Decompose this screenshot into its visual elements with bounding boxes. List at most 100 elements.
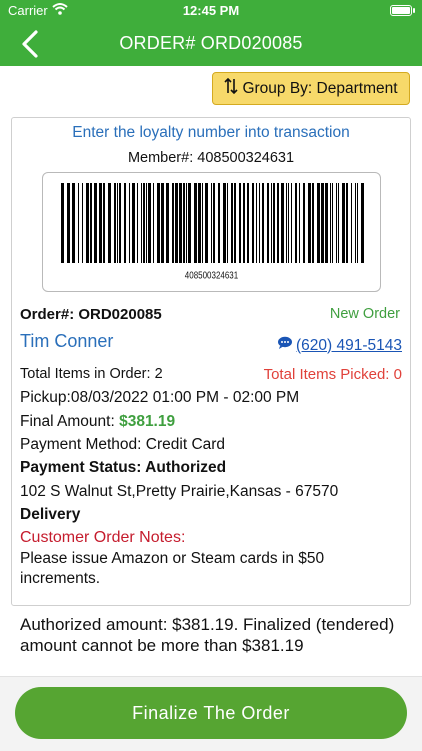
barcode-bar [108, 183, 111, 263]
barcode-bar [277, 183, 279, 263]
barcode-bar [194, 183, 197, 263]
barcode-bar [239, 183, 241, 263]
barcode-bar [299, 183, 300, 263]
barcode-bar [338, 183, 339, 263]
phone-number: (620) 491-5143 [296, 336, 402, 354]
barcode-bar [259, 183, 260, 263]
status-bar: Carrier 12:45 PM [0, 0, 422, 22]
pickup-window: Pickup:08/03/2022 01:00 PM - 02:00 PM [20, 389, 300, 406]
barcode-bar [357, 183, 358, 263]
order-number: Order#: ORD020085 [20, 306, 162, 323]
barcode-bar [198, 183, 201, 263]
clock: 12:45 PM [182, 3, 240, 18]
barcode-bar [202, 183, 203, 263]
barcode-bar [78, 183, 79, 263]
payment-status: Payment Status: Authorized [20, 459, 227, 476]
barcode-bar [267, 183, 269, 263]
barcode-bar [218, 183, 220, 263]
barcode-bar [288, 183, 289, 263]
order-card: Enter the loyalty number into transactio… [11, 117, 411, 606]
barcode-bar [183, 183, 185, 263]
total-picked: Total Items Picked: 0 [263, 366, 402, 383]
barcode-bar [90, 183, 92, 263]
final-amount-row: Final Amount: $381.19 [20, 413, 175, 431]
final-amount-label: Final Amount: [20, 413, 120, 430]
barcode-bar [361, 183, 364, 263]
barcode-bar [231, 183, 233, 263]
barcode-bar [243, 183, 245, 263]
barcode-bar [86, 183, 89, 263]
barcode-bar [332, 183, 333, 263]
finalize-order-button[interactable]: Finalize The Order [15, 687, 407, 739]
barcode-bar [157, 183, 160, 263]
barcode-bar [273, 183, 275, 263]
loyalty-hint: Enter the loyalty number into transactio… [72, 124, 350, 141]
chat-icon [277, 336, 293, 355]
barcode-bar [281, 183, 284, 263]
barcode-bar [82, 183, 83, 263]
barcode-bar [119, 183, 121, 263]
sort-arrows-icon [224, 77, 239, 100]
barcode-bar [271, 183, 272, 263]
barcode-bar [114, 183, 116, 263]
barcode-bar [166, 183, 169, 263]
final-amount: $381.19 [119, 413, 176, 430]
barcode-bar [330, 183, 331, 263]
payment-method: Payment Method: Credit Card [20, 436, 226, 453]
barcode-bar [153, 183, 154, 263]
delivery-address: 102 S Walnut St,Pretty Prairie,Kansas - … [20, 483, 339, 500]
barcode-bar [213, 183, 215, 263]
barcode-bar [172, 183, 174, 263]
barcode-bar [256, 183, 257, 263]
barcode-bar [99, 183, 102, 263]
barcode-bar [342, 183, 345, 263]
barcode-bar [179, 183, 182, 263]
barcode-bar [188, 183, 191, 263]
barcode-bar [262, 183, 264, 263]
barcode-bar [355, 183, 356, 263]
barcode-bar [132, 183, 135, 263]
barcode-bar [325, 183, 328, 263]
fulfillment-type: Delivery [20, 506, 81, 523]
barcode-bar [67, 183, 70, 263]
group-by-label: Group By: Department [242, 79, 398, 97]
barcode-bar [291, 183, 292, 263]
total-items: Total Items in Order: 2 [20, 366, 163, 382]
barcode-bar [227, 183, 228, 263]
customer-notes-label: Customer Order Notes: [20, 529, 186, 546]
barcode-bar [124, 183, 126, 263]
barcode-bar [223, 183, 226, 263]
barcode-bar [252, 183, 254, 263]
barcode-bar [61, 183, 64, 263]
barcode-bar [336, 183, 337, 263]
battery-icon [390, 5, 415, 16]
navigation-bar: ORDER# ORD020085 [0, 22, 422, 66]
customer-notes: Please issue Amazon or Steam cards in $5… [20, 550, 325, 587]
barcode-bar [321, 183, 324, 263]
barcode-bar [94, 183, 97, 263]
order-status: New Order [329, 306, 400, 322]
barcode-bar [346, 183, 348, 263]
barcode-bar [351, 183, 352, 263]
authorization-message: Authorized amount: $381.19. Finalized (t… [20, 615, 395, 655]
barcode-bar [234, 183, 236, 263]
barcode-bars [61, 183, 364, 263]
barcode-number: 408500324631 [184, 269, 239, 282]
page-title: ORDER# ORD020085 [119, 33, 303, 53]
phone-link[interactable]: (620) 491-5143 [277, 336, 402, 355]
barcode-bar [295, 183, 297, 263]
group-by-button[interactable]: Group By: Department [212, 72, 410, 105]
barcode-bar [129, 183, 130, 263]
barcode-bar [146, 183, 147, 263]
barcode-bar [186, 183, 187, 263]
barcode-bar [317, 183, 320, 263]
barcode-bar [205, 183, 208, 263]
barcode-bar [148, 183, 151, 263]
barcode-bar [303, 183, 305, 263]
barcode-bar [211, 183, 212, 263]
customer-name[interactable]: Tim Conner [20, 331, 113, 352]
barcode-bar [312, 183, 314, 263]
barcode-bar [141, 183, 142, 263]
barcode-bar [143, 183, 145, 263]
barcode-bar [308, 183, 311, 263]
